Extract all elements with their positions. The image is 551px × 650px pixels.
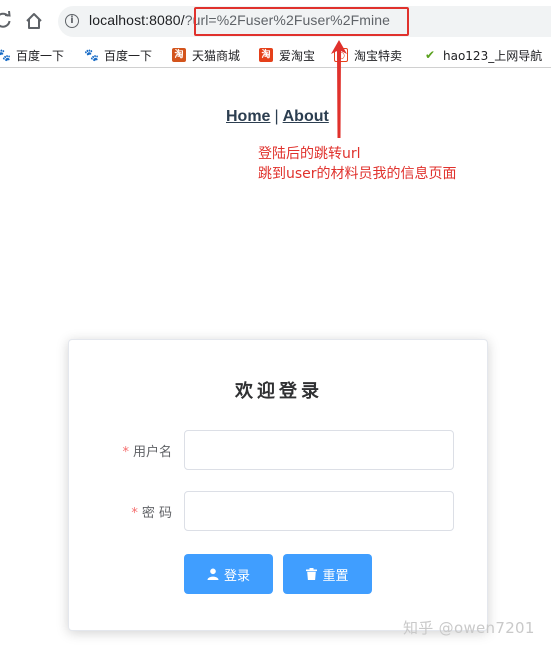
login-title: 欢迎登录 — [235, 381, 323, 402]
required-mark: * — [122, 445, 129, 460]
site-info-icon[interactable]: i — [65, 14, 79, 28]
user-icon — [207, 568, 219, 580]
annotation-line-2: 跳到user的材料员我的信息页面 — [258, 166, 457, 182]
login-card: 欢迎登录 * 用户名 * 密 码 登录 重置 — [68, 339, 488, 631]
password-label-text: 密 码 — [141, 506, 172, 521]
taobao-icon: 淘 — [259, 48, 273, 62]
password-input[interactable] — [184, 491, 454, 531]
url-highlight-box — [194, 7, 409, 36]
username-row: * 用户名 — [69, 430, 489, 470]
url-host: localhost:8080/ — [89, 12, 185, 28]
annotation-arrow-icon — [331, 40, 347, 138]
nav-link-home[interactable]: Home — [226, 108, 270, 125]
hao123-icon: ✔ — [424, 48, 436, 62]
bookmark-label: 百度一下 — [104, 48, 153, 63]
bookmarks-bar: 🐾 百度一下 🐾 百度一下 淘 天猫商城 淘 爱淘宝 ◐ 淘宝特卖 ✔ hao1… — [0, 42, 551, 68]
bookmark-label: 爱淘宝 — [279, 48, 316, 63]
home-icon[interactable] — [24, 11, 44, 31]
browser-toolbar: i localhost:8080/?url=%2Fuser%2Fuser%2Fm… — [0, 0, 551, 42]
bookmark-hao123[interactable]: ✔ hao123_上网导航 — [423, 46, 542, 64]
nav-link-about[interactable]: About — [283, 108, 329, 125]
username-input[interactable] — [184, 430, 454, 470]
reload-icon[interactable] — [0, 11, 12, 29]
nav-separator: | — [274, 108, 279, 125]
annotation-line-1: 登陆后的跳转url — [258, 146, 361, 162]
password-row: * 密 码 — [69, 491, 489, 531]
bookmark-baidu-1[interactable]: 🐾 百度一下 — [0, 46, 64, 64]
username-label-text: 用户名 — [132, 445, 172, 460]
tmall-icon: 淘 — [172, 48, 186, 62]
baidu-paw-icon: 🐾 — [0, 48, 11, 62]
bookmark-label: 天猫商城 — [192, 48, 241, 63]
bookmark-label: hao123_上网导航 — [443, 48, 543, 63]
reset-button-label: 重置 — [322, 568, 349, 584]
required-mark: * — [131, 506, 138, 521]
router-nav: Home | About — [226, 108, 329, 126]
username-label: * 用户名 — [122, 441, 172, 460]
bookmark-tmall[interactable]: 淘 天猫商城 — [172, 46, 240, 64]
bookmark-label: 百度一下 — [16, 48, 65, 63]
trash-icon — [306, 568, 318, 580]
reset-button[interactable]: 重置 — [283, 554, 372, 594]
bookmark-label: 淘宝特卖 — [354, 48, 403, 63]
password-label: * 密 码 — [131, 502, 172, 521]
login-button[interactable]: 登录 — [184, 554, 273, 594]
baidu-paw-icon: 🐾 — [84, 48, 99, 62]
login-button-label: 登录 — [223, 568, 250, 584]
bookmark-baidu-2[interactable]: 🐾 百度一下 — [84, 46, 152, 64]
watermark: 知乎 @owen7201 — [403, 619, 535, 637]
bookmark-aitaobao[interactable]: 淘 爱淘宝 — [259, 46, 315, 64]
annotation-note: 登陆后的跳转url 跳到user的材料员我的信息页面 — [258, 144, 457, 184]
